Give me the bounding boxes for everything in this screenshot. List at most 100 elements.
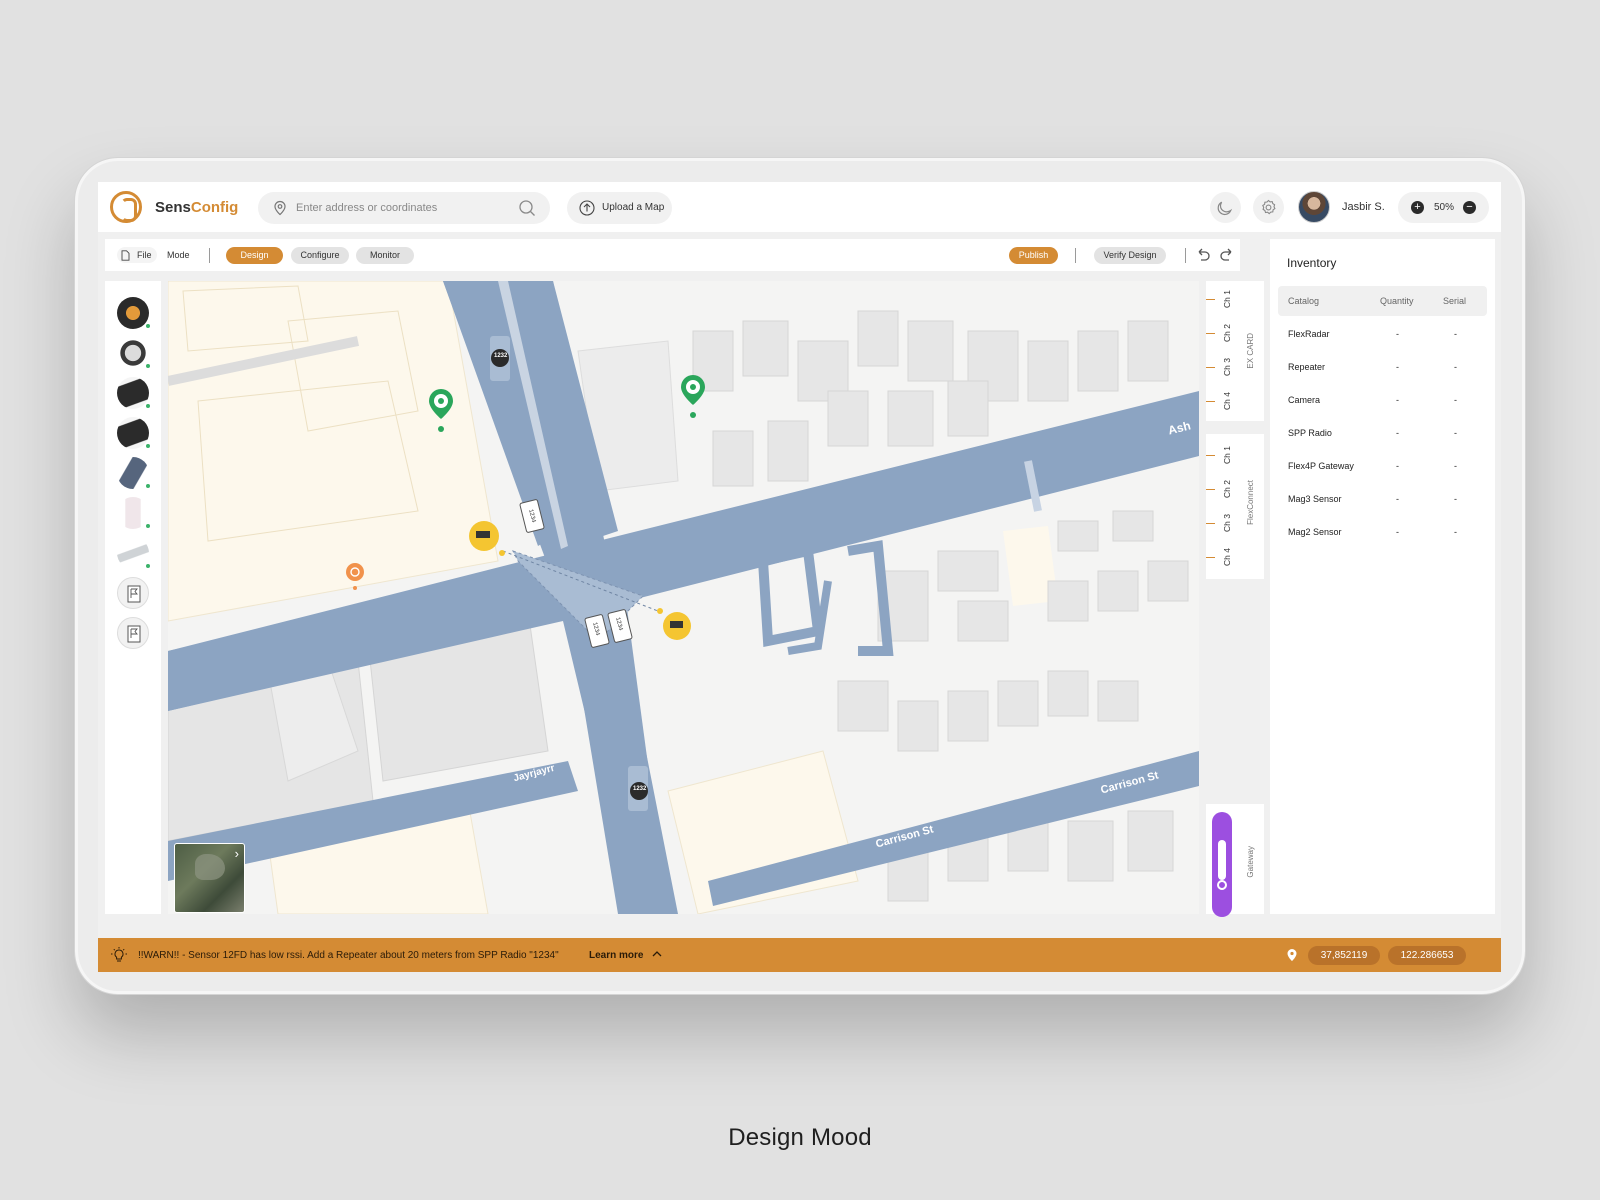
chevron-right-icon[interactable]: › (235, 846, 239, 861)
ex-card-channel-2[interactable]: Ch 2 (1206, 317, 1236, 349)
flexradar-device-icon[interactable] (117, 297, 151, 329)
satellite-minimap[interactable]: › (174, 843, 245, 913)
ex-card-title: EX CARD (1246, 333, 1255, 369)
table-row[interactable]: Flex4P Gateway - - (1278, 457, 1487, 477)
tab-design[interactable]: Design (226, 247, 283, 264)
flexconnect-title: FlexConnect (1246, 480, 1255, 525)
table-row[interactable]: SPP Radio - - (1278, 424, 1487, 444)
redo-icon[interactable] (1218, 246, 1236, 264)
spp-radio-icon[interactable] (117, 497, 151, 529)
catalog-cell: FlexRadar (1288, 329, 1330, 339)
ex-card-channel-4[interactable]: Ch 4 (1206, 385, 1236, 417)
address-search[interactable] (258, 192, 550, 224)
flex4p-gateway-alt-icon[interactable] (117, 417, 151, 449)
channel-label: Ch 2 (1222, 480, 1232, 498)
channel-tick (1206, 557, 1215, 558)
undo-icon[interactable] (1194, 246, 1212, 264)
top-bar: SensConfig Upload a Map (98, 182, 1501, 232)
publish-button[interactable]: Publish (1009, 247, 1058, 264)
quantity-cell: - (1396, 395, 1399, 405)
catalog-cell: Repeater (1288, 362, 1326, 372)
flexconnect-channel-1[interactable]: Ch 1 (1206, 439, 1236, 471)
quantity-cell: - (1396, 362, 1399, 372)
verify-design-button[interactable]: Verify Design (1094, 247, 1166, 264)
search-input[interactable] (296, 199, 506, 217)
page-caption: Design Mood (728, 1124, 872, 1151)
mag3-sensor-icon[interactable] (117, 337, 151, 369)
flex4p-gateway-icon[interactable] (117, 377, 151, 409)
ex-card-channel-1[interactable]: Ch 1 (1206, 283, 1236, 315)
zoom-in-button[interactable]: + (1411, 201, 1424, 214)
device-palette (105, 281, 161, 914)
status-bar: !!WARN!! - Sensor 12FD has low rssi. Add… (98, 938, 1501, 972)
flag-marker-icon[interactable] (117, 617, 149, 649)
dark-mode-toggle[interactable] (1210, 192, 1241, 223)
wifi-icon (145, 483, 151, 489)
channel-label: Ch 4 (1222, 392, 1232, 410)
serial-cell: - (1454, 428, 1457, 438)
table-row[interactable]: Mag2 Sensor - - (1278, 523, 1487, 543)
upload-icon (579, 200, 595, 216)
tab-configure[interactable]: Configure (291, 247, 349, 264)
chevron-up-icon[interactable] (650, 947, 664, 961)
channel-tick (1206, 523, 1215, 524)
serial-cell: - (1454, 461, 1457, 471)
channel-tick (1206, 299, 1215, 300)
channel-tick (1206, 333, 1215, 334)
channel-tick (1206, 489, 1215, 490)
settings-button[interactable] (1253, 192, 1284, 223)
flag-marker-icon[interactable] (117, 577, 149, 609)
sensor-label: 1232 (494, 353, 508, 359)
table-row[interactable]: Repeater - - (1278, 358, 1487, 378)
wifi-icon (145, 363, 151, 369)
flexconnect-channel-3[interactable]: Ch 3 (1206, 507, 1236, 539)
repeater-icon[interactable] (117, 457, 151, 489)
wifi-icon (145, 323, 151, 329)
gateway-device[interactable] (1212, 812, 1232, 917)
table-row[interactable]: FlexRadar - - (1278, 325, 1487, 345)
ex-card-panel: Ch 1 Ch 2 Ch 3 Ch 4 EX CARD (1206, 281, 1264, 421)
wifi-icon (145, 523, 151, 529)
wifi-icon (145, 563, 151, 569)
quantity-cell: - (1396, 494, 1399, 504)
table-row[interactable]: Mag3 Sensor - - (1278, 490, 1487, 510)
camera-icon[interactable] (117, 537, 151, 569)
search-icon[interactable] (518, 199, 536, 217)
map-canvas[interactable]: 1232 1232 1234 1234 1234 Ash Carrison St… (168, 281, 1199, 914)
ex-card-channel-3[interactable]: Ch 3 (1206, 351, 1236, 383)
upload-map-button[interactable]: Upload a Map (567, 192, 672, 224)
flexconnect-channel-2[interactable]: Ch 2 (1206, 473, 1236, 505)
inventory-header: Catalog Quantity Serial (1278, 286, 1487, 316)
channel-label: Ch 1 (1222, 290, 1232, 308)
serial-cell: - (1454, 494, 1457, 504)
app-title: SensConfig (155, 199, 238, 216)
map-svg (168, 281, 1199, 914)
flexconnect-channel-4[interactable]: Ch 4 (1206, 541, 1236, 573)
app-title-part1: Sens (155, 199, 191, 216)
warning-message: !!WARN!! - Sensor 12FD has low rssi. Add… (138, 950, 559, 961)
wifi-icon (145, 443, 151, 449)
gateway-panel: Gateway (1206, 804, 1264, 917)
toolbar-divider (209, 248, 210, 263)
file-menu-button[interactable]: File (117, 247, 157, 263)
avatar[interactable] (1298, 191, 1330, 223)
mode-label: Mode (167, 250, 190, 260)
learn-more-link[interactable]: Learn more (589, 950, 643, 961)
file-menu-label: File (137, 250, 152, 260)
serial-cell: - (1454, 329, 1457, 339)
table-row[interactable]: Camera - - (1278, 391, 1487, 411)
user-name: Jasbir S. (1342, 201, 1385, 213)
quantity-cell: - (1396, 461, 1399, 471)
channel-label: Ch 3 (1222, 358, 1232, 376)
latitude-value: 37,852119 (1308, 946, 1380, 965)
serial-cell: - (1454, 362, 1457, 372)
inventory-panel: Inventory Catalog Quantity Serial FlexRa… (1270, 239, 1495, 914)
tab-monitor[interactable]: Monitor (356, 247, 414, 264)
zoom-out-button[interactable]: − (1463, 201, 1476, 214)
sensor-label: 1232 (633, 786, 647, 792)
zoom-control: + 50% − (1398, 192, 1489, 223)
gear-icon (1262, 199, 1276, 215)
catalog-cell: Mag3 Sensor (1288, 494, 1342, 504)
lightbulb-icon (111, 947, 127, 962)
channel-label: Ch 1 (1222, 446, 1232, 464)
